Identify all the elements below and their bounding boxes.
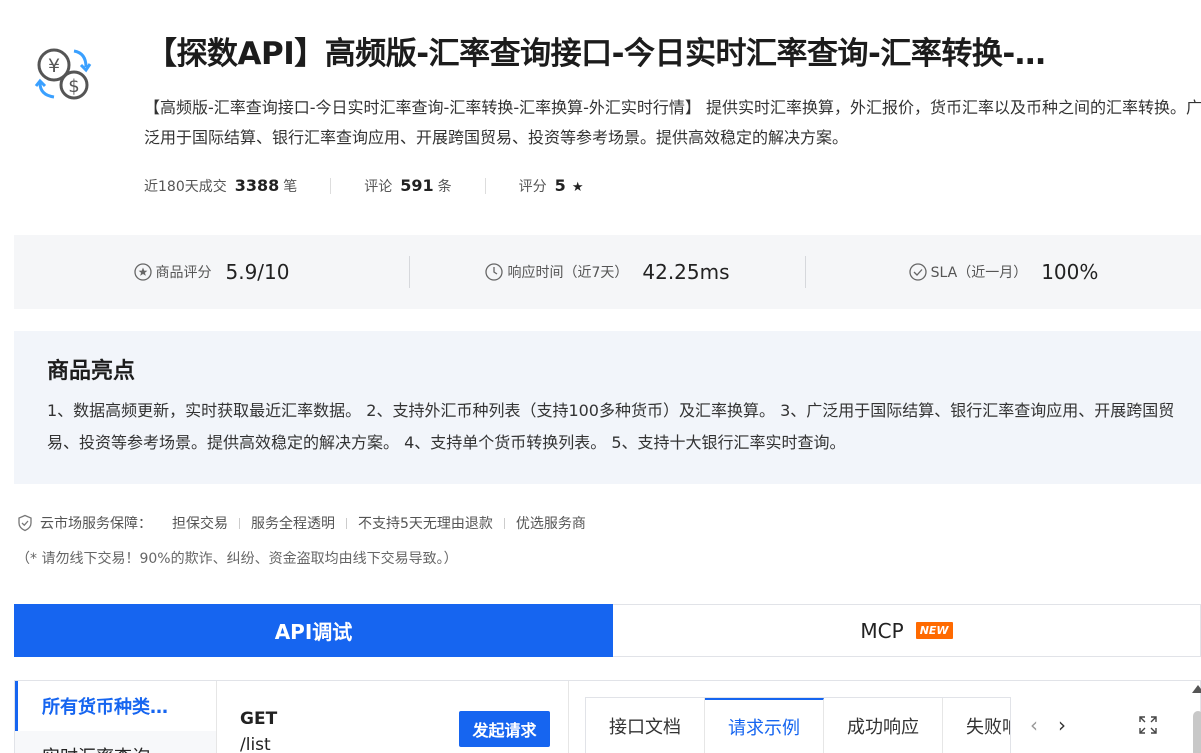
clock-icon — [485, 263, 504, 281]
stat-divider — [330, 178, 332, 194]
sidebar-item-currency-list[interactable]: 所有货币种类… — [15, 681, 216, 731]
guarantee-item[interactable]: 不支持5天无理由退款 — [358, 513, 493, 533]
guarantee-divider — [346, 517, 347, 529]
main-tabbar: API调试 MCP NEW — [14, 604, 1201, 657]
sales-label: 近180天成交 — [144, 179, 227, 195]
response-time-metric: 响应时间（近7天） 42.25ms — [410, 260, 805, 284]
api-sidebar: 所有货币种类… 实时汇率查询… — [15, 681, 217, 753]
score-label: 商品评分 — [155, 265, 212, 281]
tab-api-docs[interactable]: 接口文档 — [586, 698, 705, 753]
tab-success-response[interactable]: 成功响应 — [824, 698, 943, 753]
chevron-right-icon[interactable]: › — [1058, 713, 1066, 737]
guarantee-divider — [239, 517, 240, 529]
response-value: 42.25ms — [642, 260, 730, 284]
product-title: 【探数API】高频版-汇率查询接口-今日实时汇率查询-汇率转换-… — [146, 36, 1046, 72]
scrollbar-thumb[interactable] — [1193, 711, 1201, 753]
reviews-label: 评论 — [364, 179, 393, 195]
offline-trade-warning: （* 请勿线下交易！90%的欺诈、纠纷、资金盗取均由线下交易导致。） — [16, 551, 458, 567]
guarantee-item[interactable]: 优选服务商 — [516, 513, 586, 533]
guarantee-item[interactable]: 服务全程透明 — [251, 513, 335, 533]
new-badge: NEW — [915, 622, 953, 639]
tab-failure-response[interactable]: 失败响应 — [943, 698, 1010, 753]
reviews-stat[interactable]: 评论 591 条 — [364, 176, 451, 196]
guarantee-item[interactable]: 担保交易 — [172, 513, 228, 533]
tab-api-debug[interactable]: API调试 — [14, 604, 613, 657]
api-debug-panel: 所有货币种类… 实时汇率查询… GET /list 发起请求 接口文档 请求示例… — [14, 680, 1201, 753]
tab-nav-arrows: ‹ › — [1030, 713, 1066, 737]
sales-stat: 近180天成交 3388 笔 — [144, 176, 297, 196]
svg-text:$: $ — [68, 76, 79, 97]
sales-unit: 笔 — [283, 179, 298, 195]
rating-label: 评分 — [518, 179, 547, 195]
stat-divider — [484, 178, 486, 194]
sla-value: 100% — [1041, 260, 1099, 284]
response-label: 响应时间（近7天） — [507, 265, 629, 281]
panel-divider — [568, 681, 569, 753]
star-circle-icon — [133, 263, 152, 281]
svg-text:¥: ¥ — [48, 55, 60, 77]
score-value: 5.9/10 — [225, 260, 290, 284]
sla-label: SLA（近一月） — [930, 265, 1028, 281]
product-description: 【高频版-汇率查询接口-今日实时汇率查询-汇率转换-汇率换算-外汇实时行情】 提… — [144, 98, 1201, 147]
request-method: GET — [240, 709, 278, 729]
request-path: /list — [240, 735, 271, 753]
guarantee-label: 云市场服务保障： — [40, 516, 152, 532]
currency-exchange-icon: ¥ $ — [34, 48, 92, 100]
tab-request-example[interactable]: 请求示例 — [705, 698, 824, 753]
highlights-text: 1、数据高频更新，实时获取最近汇率数据。 2、支持外汇币种列表（支持100多种货… — [47, 401, 1175, 452]
rating-stat: 评分 5 ★ — [519, 176, 584, 196]
product-score-metric: 商品评分 5.9/10 — [14, 260, 409, 284]
metrics-bar: 商品评分 5.9/10 响应时间（近7天） 42.25ms SLA（近一月） 1… — [14, 235, 1201, 309]
product-stats: 近180天成交 3388 笔 评论 591 条 评分 5 ★ — [144, 174, 583, 198]
sales-value: 3388 — [234, 176, 280, 195]
highlights-title: 商品亮点 — [47, 359, 136, 384]
send-request-button[interactable]: 发起请求 — [459, 711, 550, 747]
reviews-value: 591 — [400, 176, 434, 195]
reviews-unit: 条 — [437, 179, 452, 195]
doc-tabs: 接口文档 请求示例 成功响应 失败响应 — [585, 697, 1011, 753]
scroll-up-arrow[interactable] — [1192, 685, 1201, 693]
guarantee-divider — [503, 517, 505, 529]
request-info: GET /list — [240, 706, 277, 753]
star-icon: ★ — [571, 180, 584, 195]
fullscreen-icon[interactable] — [1138, 715, 1158, 735]
rating-value: 5 — [554, 176, 566, 195]
chevron-left-icon[interactable]: ‹ — [1030, 713, 1038, 737]
check-circle-icon — [908, 263, 927, 281]
shield-check-icon — [18, 514, 32, 532]
tab-mcp[interactable]: MCP NEW — [613, 604, 1201, 657]
service-guarantee: 云市场服务保障： 担保交易 服务全程透明 不支持5天无理由退款 优选服务商 — [16, 512, 586, 534]
sidebar-item-realtime-rate[interactable]: 实时汇率查询… — [15, 731, 216, 753]
tab-mcp-label: MCP — [860, 618, 904, 643]
product-highlights: 商品亮点 1、数据高频更新，实时获取最近汇率数据。 2、支持外汇币种列表（支持1… — [14, 331, 1201, 484]
sla-metric: SLA（近一月） 100% — [806, 260, 1201, 284]
